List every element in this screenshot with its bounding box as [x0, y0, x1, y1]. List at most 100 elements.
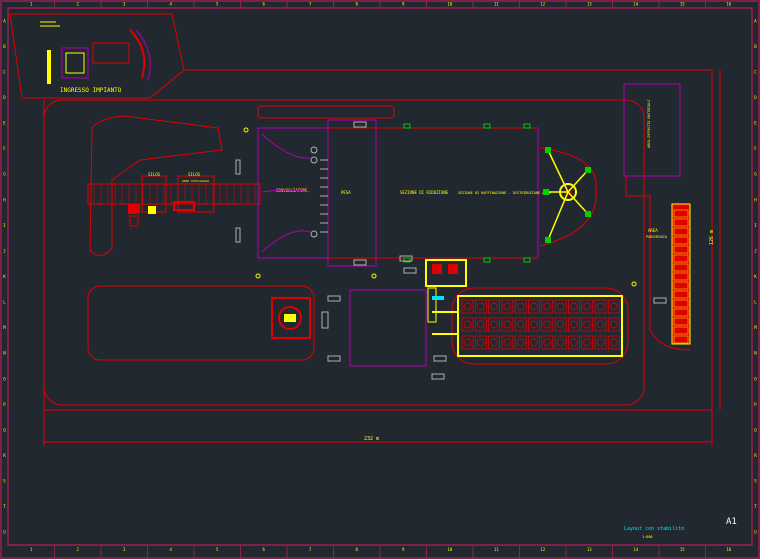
- label-silo-note: AREA STOCCAGGIO: [182, 179, 209, 183]
- row-letter: N: [754, 351, 757, 356]
- pump-1: [310, 146, 318, 154]
- column-number: 11: [494, 547, 499, 552]
- row-letter: Q: [3, 427, 6, 432]
- funnel-curve-bottom: [261, 230, 311, 253]
- sensor-south-3: [431, 373, 445, 380]
- tank: [503, 338, 512, 347]
- distribution-arm: [547, 149, 569, 193]
- equipment-red-west-2: [173, 201, 195, 211]
- column-number: 9: [402, 2, 405, 7]
- tank: [556, 302, 565, 311]
- tank: [609, 302, 618, 311]
- tank-core: [284, 314, 296, 322]
- vent-marker: [483, 123, 491, 129]
- tank: [530, 320, 538, 329]
- column-number: 6: [263, 547, 266, 552]
- small-box-north: [353, 121, 367, 128]
- row-letter: C: [754, 69, 757, 74]
- entrance-building: [92, 42, 130, 64]
- row-letter: E: [3, 121, 6, 126]
- title-block-text: Layout con stabilito: [624, 526, 684, 532]
- row-letter: N: [3, 351, 6, 356]
- column-number: 7: [309, 2, 312, 7]
- row-letter: S: [754, 479, 757, 484]
- tank: [490, 320, 499, 329]
- sheet-size-label: A1: [726, 517, 737, 527]
- cad-drawing-sheet: 1122334455667788991010111112121313141415…: [0, 0, 760, 559]
- parking-panel: [671, 203, 691, 345]
- tank: [476, 320, 485, 329]
- tank: [543, 320, 552, 329]
- tank: [596, 320, 605, 329]
- tank: [570, 338, 578, 347]
- distribution-arms: [543, 147, 591, 243]
- distribution-node: [545, 147, 551, 153]
- column-number: 9: [402, 547, 405, 552]
- south-building: [349, 289, 427, 367]
- sheet-border-outer: [0, 0, 760, 559]
- row-letter: J: [754, 248, 756, 253]
- row-letter: B: [754, 44, 757, 49]
- column-number: 14: [633, 547, 638, 552]
- distribution-arm: [547, 191, 569, 241]
- column-number: 5: [216, 547, 219, 552]
- column-number: 15: [680, 547, 685, 552]
- connector-yellow: [427, 287, 437, 323]
- row-letter: I: [3, 223, 6, 228]
- label-dim-bottom: 232 m: [364, 436, 379, 442]
- row-letter: E: [754, 121, 757, 126]
- vent-marker: [523, 123, 531, 129]
- equipment-small-west: [129, 215, 139, 227]
- point-marker-1: [255, 273, 261, 279]
- row-letter: T: [754, 504, 757, 509]
- column-number: 3: [123, 547, 126, 552]
- distribution-arm: [567, 169, 589, 193]
- row-letter: L: [754, 300, 757, 305]
- row-letter: M: [754, 325, 757, 330]
- row-letter: O: [754, 376, 757, 381]
- row-letter: O: [3, 376, 6, 381]
- column-number: 7: [309, 547, 312, 552]
- column-number: 13: [587, 547, 592, 552]
- column-number: 8: [356, 2, 359, 7]
- tank: [570, 320, 578, 329]
- greenbelt-west: [89, 115, 223, 256]
- tank-farm-outline: [451, 287, 629, 365]
- road-strip-north: [257, 105, 395, 119]
- row-letter: M: [3, 325, 6, 330]
- distribution-node: [585, 211, 591, 217]
- label-ingresso: INGRESSO IMPIANTO: [60, 87, 122, 94]
- label-sezione-raffinazione: SEZIONE DI RAFFINAZIONE - DISTRIBUZIONE …: [458, 191, 552, 195]
- small-marker-east: [653, 297, 667, 304]
- label-pesa: PESA: [341, 190, 351, 195]
- entrance-barrier: [47, 50, 51, 84]
- entrance-zone-outline: [9, 13, 185, 99]
- column-number: 2: [77, 547, 80, 552]
- vehicle-sw: [321, 311, 329, 329]
- control-panel-red-b: [448, 264, 458, 274]
- row-letter: C: [3, 69, 6, 74]
- east-junction-outline: [539, 147, 597, 247]
- tank: [530, 302, 538, 311]
- column-number: 10: [447, 547, 452, 552]
- tank: [516, 320, 525, 329]
- distribution-node: [543, 189, 549, 195]
- row-letter: G: [754, 172, 757, 177]
- vent-marker: [523, 257, 531, 263]
- tank: [503, 320, 512, 329]
- sensor-south: [432, 296, 444, 300]
- row-letter: K: [754, 274, 757, 279]
- row-letter: D: [754, 95, 757, 100]
- tank: [490, 338, 499, 347]
- row-letter: U: [754, 530, 757, 535]
- site-boundary: [43, 69, 713, 411]
- tank: [583, 302, 592, 311]
- title-block-scale: 1:800: [642, 535, 653, 539]
- column-number: 12: [540, 2, 545, 7]
- column-number: 6: [263, 2, 266, 7]
- row-letter: P: [754, 402, 757, 407]
- row-letter: S: [3, 479, 6, 484]
- row-letter: B: [3, 44, 6, 49]
- main-building-pesa: [327, 119, 377, 267]
- distribution-arm: [567, 191, 589, 215]
